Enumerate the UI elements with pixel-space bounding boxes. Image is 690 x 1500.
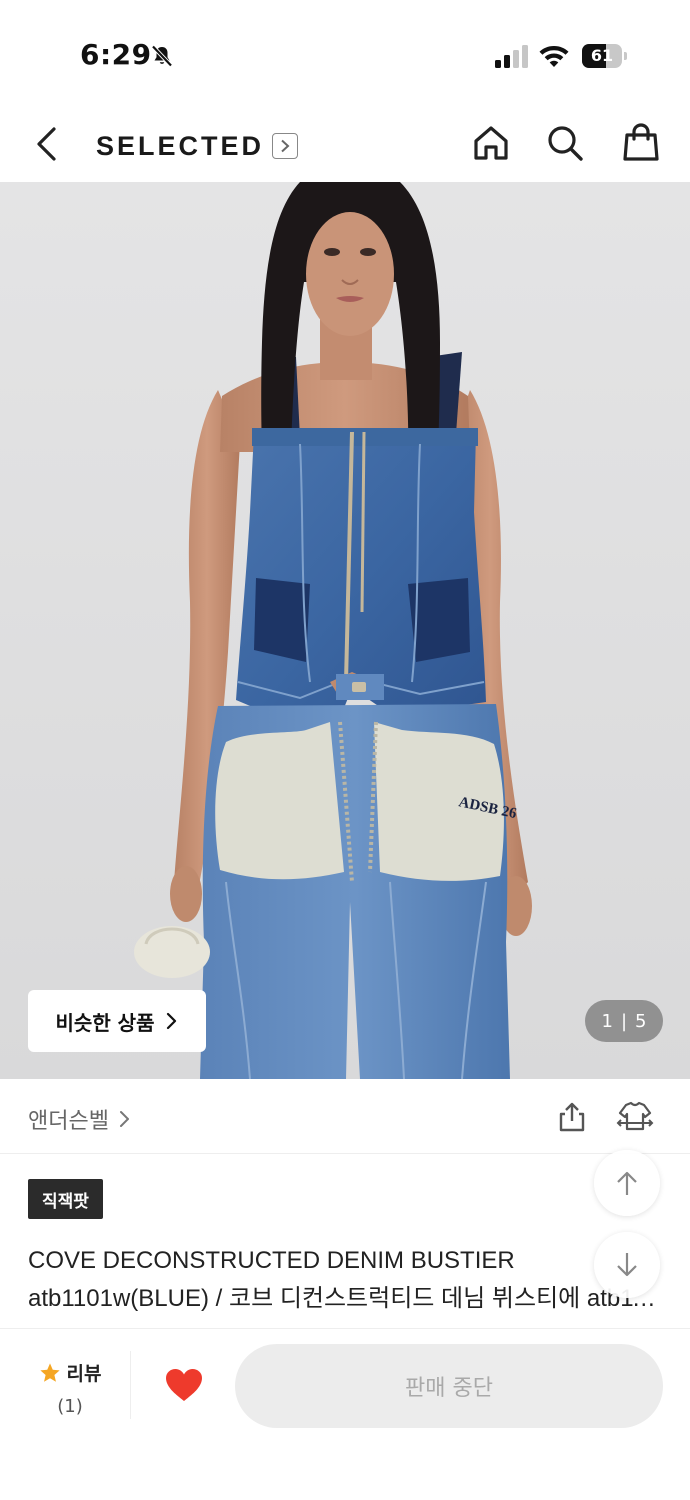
shopping-bag-icon[interactable]	[622, 122, 660, 162]
heart-icon[interactable]	[164, 1367, 204, 1403]
chevron-right-icon	[167, 1012, 177, 1030]
image-total: 5	[635, 1010, 647, 1032]
sale-stopped-button[interactable]: 판매 중단	[235, 1344, 663, 1428]
signal-icon	[495, 45, 528, 68]
bottom-action-bar: 리뷰 (1) 판매 중단	[0, 1328, 690, 1500]
home-icon[interactable]	[472, 124, 510, 162]
scroll-bottom-button[interactable]	[594, 1232, 660, 1298]
seller-name: 앤더슨벨	[28, 1109, 109, 1134]
image-counter: 1 | 5	[585, 1000, 663, 1042]
similar-products-button[interactable]: 비슷한 상품	[28, 990, 206, 1052]
star-icon	[39, 1362, 60, 1382]
back-icon[interactable]	[32, 126, 62, 162]
image-index: 1	[601, 1010, 613, 1032]
jackpot-badge: 직잭팟	[28, 1179, 103, 1219]
battery-icon: 61	[582, 44, 628, 68]
search-icon[interactable]	[546, 124, 584, 162]
scroll-top-button[interactable]	[594, 1150, 660, 1216]
similar-products-label: 비슷한 상품	[55, 1010, 155, 1035]
status-bar: 6:29 61	[0, 0, 690, 110]
review-label: 리뷰	[66, 1363, 102, 1385]
arrow-up-icon	[617, 1171, 637, 1195]
brand-name: SELECTED	[96, 130, 265, 161]
image-counter-separator: |	[620, 1010, 628, 1032]
status-time: 6:29	[80, 38, 152, 71]
virtual-fitting-icon[interactable]	[616, 1101, 654, 1133]
share-icon[interactable]	[556, 1101, 588, 1133]
arrow-down-icon	[617, 1253, 637, 1277]
wifi-icon	[539, 46, 569, 67]
product-title-line-2: atb1101w(BLUE) / 코브 디컨스트럭티드 데님 뷔스티에 atb1…	[28, 1285, 658, 1312]
product-image-carousel[interactable]: ADSB 26 비슷한 상품 1 | 5	[0, 182, 690, 1079]
review-count: (1)	[57, 1396, 83, 1417]
review-button[interactable]: 리뷰 (1)	[30, 1359, 110, 1417]
product-title-line-1: COVE DECONSTRUCTED DENIM BUSTIER	[28, 1247, 515, 1274]
app-header: SELECTED	[0, 110, 690, 182]
chevron-right-icon	[119, 1111, 129, 1127]
chevron-right-icon	[272, 133, 299, 159]
divider	[130, 1351, 131, 1419]
product-title: COVE DECONSTRUCTED DENIM BUSTIER atb1101…	[28, 1242, 658, 1318]
product-photo: ADSB 26	[0, 182, 690, 1079]
bell-slash-icon	[151, 45, 173, 67]
brand-link[interactable]: SELECTED	[96, 128, 299, 164]
battery-level: 61	[590, 46, 614, 65]
seller-row: 앤더슨벨	[0, 1079, 690, 1154]
seller-link[interactable]: 앤더슨벨	[28, 1103, 131, 1135]
